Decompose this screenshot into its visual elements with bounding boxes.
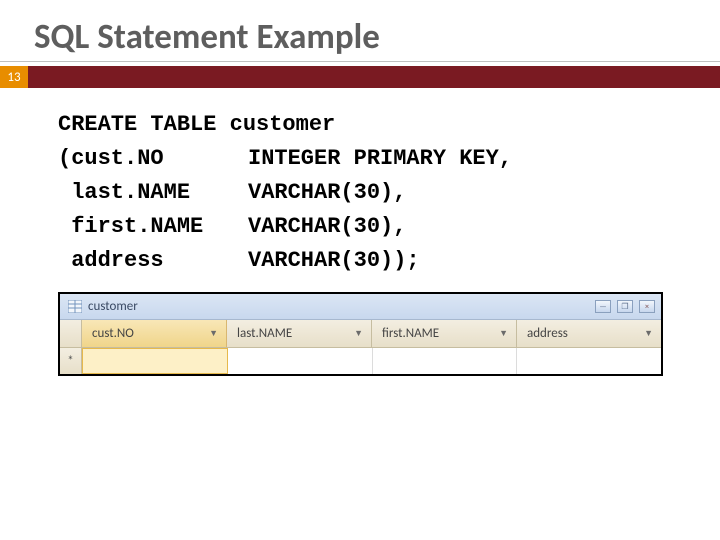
code-line-3: last.NAMEVARCHAR(30), (58, 176, 720, 210)
slide-title: SQL Statement Example (0, 0, 720, 61)
column-label: last.NAME (237, 326, 292, 341)
column-header-lastname[interactable]: last.NAME ▼ (227, 320, 372, 347)
column-label: address (527, 326, 568, 341)
code-line-2: (cust.NOINTEGER PRIMARY KEY, (58, 142, 720, 176)
new-record-marker: * (60, 348, 82, 374)
column-header-custno[interactable]: cust.NO ▼ (82, 320, 227, 347)
window-title: customer (88, 299, 138, 314)
code-line-5: addressVARCHAR(30)); (58, 244, 720, 278)
window-titlebar[interactable]: customer — ❐ × (60, 294, 661, 320)
slide-number: 13 (0, 66, 28, 88)
column-label: cust.NO (92, 326, 134, 341)
minimize-button[interactable]: — (595, 300, 611, 313)
chevron-down-icon[interactable]: ▼ (209, 328, 218, 339)
code-line-1: CREATE TABLE customer (58, 108, 720, 142)
column-header-row: cust.NO ▼ last.NAME ▼ first.NAME ▼ addre… (60, 320, 661, 348)
column-header-address[interactable]: address ▼ (517, 320, 661, 347)
datasheet-icon (68, 300, 82, 313)
column-header-firstname[interactable]: first.NAME ▼ (372, 320, 517, 347)
stripe-fill (28, 66, 720, 88)
column-label: first.NAME (382, 326, 439, 341)
row-selector-gutter[interactable] (60, 320, 82, 347)
table-window: customer — ❐ × cust.NO ▼ last.NAME ▼ fir… (58, 292, 663, 376)
cell-lastname-new[interactable] (228, 348, 373, 374)
title-underline (0, 61, 720, 62)
close-button[interactable]: × (639, 300, 655, 313)
restore-button[interactable]: ❐ (617, 300, 633, 313)
new-record-row[interactable]: * (60, 348, 661, 374)
cell-custno-new[interactable] (82, 348, 228, 374)
cell-address-new[interactable] (517, 348, 661, 374)
accent-stripe: 13 (0, 66, 720, 88)
chevron-down-icon[interactable]: ▼ (644, 328, 653, 339)
code-line-4: first.NAMEVARCHAR(30), (58, 210, 720, 244)
cell-firstname-new[interactable] (373, 348, 518, 374)
sql-code-block: CREATE TABLE customer (cust.NOINTEGER PR… (0, 88, 720, 278)
chevron-down-icon[interactable]: ▼ (354, 328, 363, 339)
chevron-down-icon[interactable]: ▼ (499, 328, 508, 339)
